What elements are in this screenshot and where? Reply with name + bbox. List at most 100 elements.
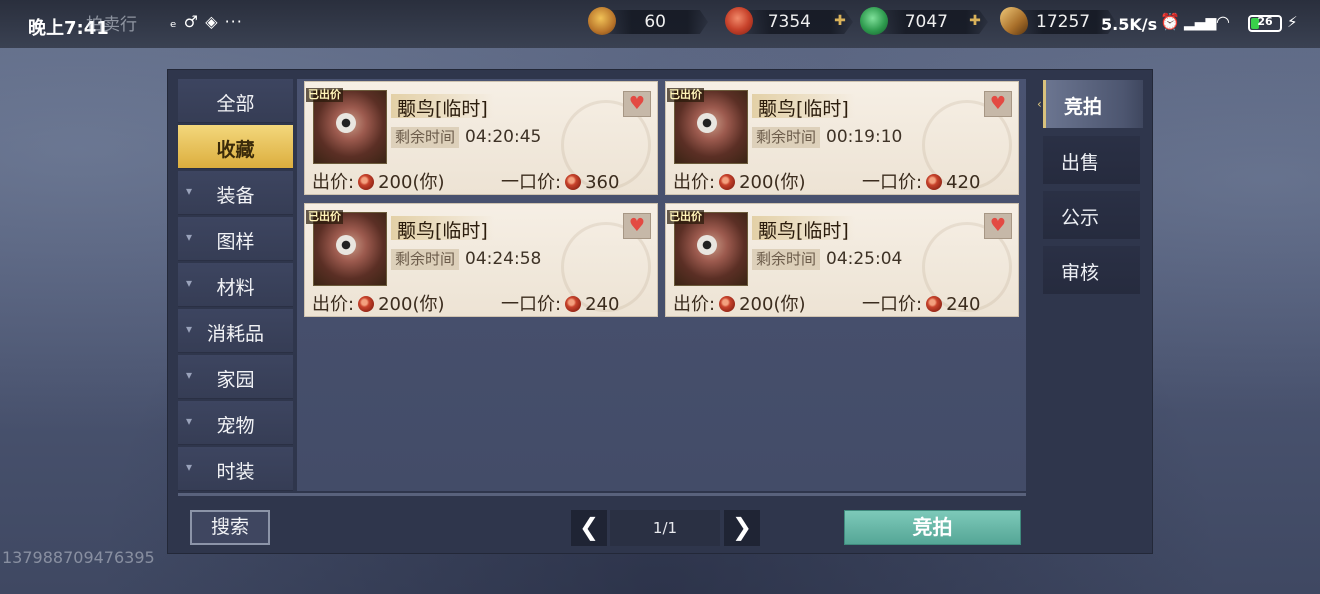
gold-coin-icon [588,7,616,35]
pet-eye [697,113,717,133]
category-consumables[interactable]: ▾ 消耗品 [178,309,293,353]
coin-icon [565,174,582,190]
add-icon[interactable]: ✚ [833,14,847,28]
chevron-left-icon: ‹ [1037,97,1042,111]
next-page-button[interactable]: ❯ [724,510,760,546]
item-name: 颙鸟[临时] [752,216,855,242]
tab-label: 竞拍 [1064,96,1103,118]
item-name: 颙鸟[临时] [391,216,494,242]
item-name: 颙鸟[临时] [752,94,855,120]
bid-value: 200 [739,294,774,315]
coin-icon [719,174,736,190]
item-card[interactable]: 已出价 颙鸟[临时] ♥ 剩余时间 04:25:04 出价: 200(你) 一口价… [665,203,1019,317]
network-speed: 5.5K/s [1101,15,1158,34]
tab-auction[interactable]: ‹ 竞拍 [1037,80,1143,128]
buyout-prefix: 一口价: [501,294,562,315]
heart-icon[interactable]: ♥ [623,213,651,239]
tab-label: 审核 [1061,262,1100,284]
chevron-left-icon: ❮ [578,513,600,541]
buyout-prefix: 一口价: [862,294,923,315]
coin-icon [358,174,375,190]
bid-prefix: 出价: [312,294,355,315]
page-indicator: 1/1 [610,510,720,546]
charging-icon: ⚡ [1287,13,1298,31]
time-left: 04:20:45 [465,127,542,147]
you-suffix: (你) [412,172,445,193]
category-equipment[interactable]: ▾ 装备 [178,171,293,215]
current-bid: 出价: 200(你) [673,168,805,194]
resource-value: 17257 [1036,12,1091,32]
buyout-prefix: 一口价: [501,172,562,193]
current-bid: 出价: 200(你) [312,168,444,194]
category-label: 家园 [216,369,255,391]
remaining-label: 剩余时间 [391,249,460,270]
item-name: 颙鸟[临时] [391,94,494,120]
category-label: 收藏 [216,139,255,161]
tab-public[interactable]: 公示 [1043,191,1140,239]
heart-icon[interactable]: ♥ [984,213,1012,239]
current-bid: 出价: 200(你) [312,290,444,316]
app-title: 拍卖行 [86,15,137,35]
you-suffix: (你) [412,294,445,315]
buyout-price: 一口价: 240 [501,290,619,316]
category-home[interactable]: ▾ 家园 [178,355,293,399]
add-icon[interactable]: ✚ [968,14,982,28]
auction-button[interactable]: 竞拍 [844,510,1021,545]
bid-prefix: 出价: [673,294,716,315]
buyout-value: 360 [585,172,620,193]
tab-label: 公示 [1061,207,1100,229]
category-label: 消耗品 [206,323,264,345]
tab-sell[interactable]: 出售 [1043,136,1140,184]
bid-prefix: 出价: [673,172,716,193]
coin-icon [926,174,943,190]
battery-icon: 26 [1248,15,1282,32]
wifi-icon: ◠ [1216,12,1230,31]
category-label: 图样 [216,231,255,253]
resource-gold[interactable]: 60 [588,7,708,35]
green-jade-icon [860,7,888,35]
resource-value: 60 [644,12,666,32]
resource-feather[interactable]: 17257 [1000,7,1116,35]
category-materials[interactable]: ▾ 材料 [178,263,293,307]
coin-icon [719,296,736,312]
coin-icon [358,296,375,312]
search-button[interactable]: 搜索 [190,510,270,545]
category-all[interactable]: 全部 [178,79,293,123]
bid-placed-tag: 已出价 [667,88,704,102]
item-card[interactable]: 已出价 颙鸟[临时] ♥ 剩余时间 00:19:10 出价: 200(你) 一口价… [665,81,1019,195]
resource-value: 7354 [767,12,811,32]
battery-level: 26 [1257,15,1273,28]
category-pets[interactable]: ▾ 宠物 [178,401,293,445]
tab-label: 出售 [1061,152,1100,174]
buyout-prefix: 一口价: [862,172,923,193]
item-card[interactable]: 已出价 颙鸟[临时] ♥ 剩余时间 04:20:45 出价: 200(你) 一口价… [304,81,658,195]
coin-icon [565,296,582,312]
you-suffix: (你) [773,294,806,315]
category-favorites[interactable]: 收藏 [178,125,293,169]
tab-review[interactable]: 审核 [1043,246,1140,294]
pet-eye [697,235,717,255]
category-fashion[interactable]: ▾ 时装 [178,447,293,491]
coin-icon [926,296,943,312]
prev-page-button[interactable]: ❮ [571,510,607,546]
resource-jade[interactable]: 7047 ✚ [860,7,990,35]
divider [178,493,1026,496]
category-label: 材料 [216,277,255,299]
remaining-label: 剩余时间 [391,127,460,148]
resource-red-coin[interactable]: 7354 ✚ [725,7,855,35]
red-swirl-coin-icon [725,7,753,35]
category-label: 全部 [216,93,255,115]
signal-icon: ▂▄▆ [1184,15,1217,31]
heart-icon[interactable]: ♥ [623,91,651,117]
buyout-price: 一口价: 360 [501,168,619,194]
user-id-watermark: 137988709476395 [2,548,155,567]
category-patterns[interactable]: ▾ 图样 [178,217,293,261]
buyout-price: 一口价: 240 [862,290,980,316]
remaining-label: 剩余时间 [752,127,821,148]
bid-value: 200 [378,294,413,315]
item-card[interactable]: 已出价 颙鸟[临时] ♥ 剩余时间 04:24:58 出价: 200(你) 一口价… [304,203,658,317]
buyout-value: 240 [585,294,620,315]
bid-value: 200 [378,172,413,193]
time-left: 04:24:58 [465,249,542,269]
heart-icon[interactable]: ♥ [984,91,1012,117]
